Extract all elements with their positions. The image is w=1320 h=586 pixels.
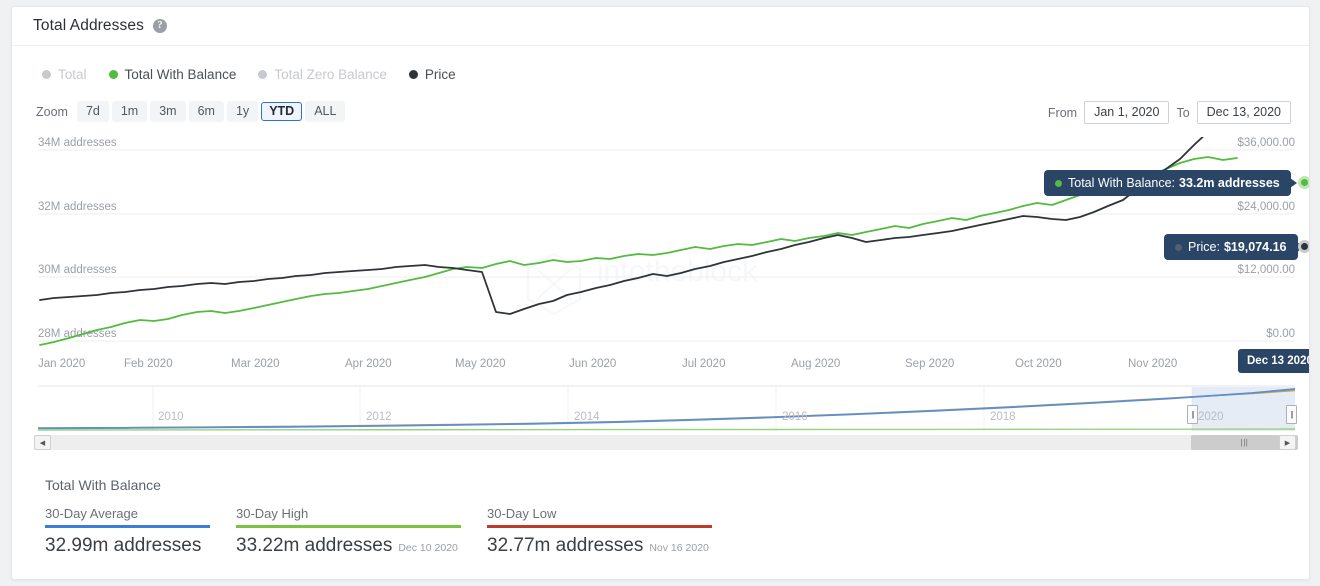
stat-label: 30-Day Average bbox=[45, 506, 138, 521]
legend-label: Price bbox=[424, 67, 456, 82]
tooltip-value: 33.2m addresses bbox=[1179, 176, 1280, 190]
navigator-year-label: 2014 bbox=[574, 411, 600, 423]
x-axis-tick-label: May 2020 bbox=[455, 358, 506, 370]
tooltip-value: $19,074.16 bbox=[1223, 240, 1287, 254]
y-axis-tick-label: 28M addresses bbox=[38, 328, 117, 340]
legend-label: Total bbox=[58, 67, 87, 82]
legend-item-total[interactable]: Total bbox=[42, 67, 87, 82]
controls-row: Zoom 7d 1m 3m 6m 1y YTD ALL From Jan 1, … bbox=[36, 101, 1291, 125]
zoom-button-ytd[interactable]: YTD bbox=[261, 102, 303, 121]
stat-rule bbox=[236, 525, 461, 528]
scroll-right-button[interactable]: ▶ bbox=[1279, 435, 1296, 450]
y-axis-tick-label: 30M addresses bbox=[38, 264, 117, 276]
x-axis-tick-label: Jan 2020 bbox=[38, 358, 85, 370]
y2-axis-tick-label: $36,000.00 bbox=[1237, 137, 1295, 149]
tooltip-dot-icon bbox=[1175, 243, 1182, 251]
navigator-series-price bbox=[37, 389, 1296, 429]
from-label: From bbox=[1047, 105, 1078, 120]
zoom-label: Zoom bbox=[36, 104, 68, 119]
x-axis-tick-label: Apr 2020 bbox=[345, 358, 392, 370]
legend-label: Total With Balance bbox=[124, 67, 237, 82]
navigator-handle-right[interactable]: || bbox=[1286, 405, 1297, 424]
stat-30-day-low: 30-Day Low 32.77m addresses Nov 16 2020 bbox=[487, 506, 712, 557]
x-axis-tick-label: Feb 2020 bbox=[124, 358, 173, 370]
y-axis-tick-label: 34M addresses bbox=[38, 137, 117, 149]
zoom-button-all[interactable]: ALL bbox=[305, 101, 346, 122]
stat-value-wrap: 33.22m addresses Dec 10 2020 bbox=[236, 535, 461, 557]
x-axis-tick-label: Aug 2020 bbox=[791, 358, 840, 370]
stat-value-wrap: 32.99m addresses bbox=[45, 535, 210, 557]
navigator-year-label: 2018 bbox=[990, 411, 1016, 423]
y-axis-tick-label: 32M addresses bbox=[38, 201, 117, 213]
navigator-series-with-balance bbox=[37, 428, 1296, 431]
navigator-handle-left[interactable]: || bbox=[1187, 405, 1198, 424]
stat-value: 33.22m addresses bbox=[236, 534, 393, 556]
x-axis-tick-label: Jun 2020 bbox=[569, 358, 616, 370]
tooltip-total-with-balance: Total With Balance: 33.2m addresses bbox=[1044, 170, 1297, 196]
tooltip-dot-icon bbox=[1055, 179, 1062, 187]
question-mark-circle-icon[interactable]: ? bbox=[152, 19, 167, 33]
data-point-marker-price[interactable] bbox=[1298, 240, 1309, 253]
to-label: To bbox=[1176, 105, 1190, 120]
x-axis-tick-label: Sep 2020 bbox=[905, 358, 954, 370]
navigator-series-total bbox=[37, 388, 1296, 430]
stat-rule bbox=[487, 525, 712, 528]
legend-dot-icon bbox=[408, 70, 418, 79]
legend-label: Total Zero Balance bbox=[274, 67, 387, 82]
x-axis-tick-label: Nov 2020 bbox=[1128, 358, 1177, 370]
chart-navigator[interactable]: 2010 2012 2014 2016 2018 2020 || || bbox=[12, 385, 1309, 437]
from-date-input[interactable]: Jan 1, 2020 bbox=[1084, 101, 1170, 124]
y2-axis-tick-label: $12,000.00 bbox=[1237, 264, 1295, 276]
stats-row: 30-Day Average 32.99m addresses 30-Day H… bbox=[45, 506, 1289, 557]
tooltip-prefix: Total With Balance: bbox=[1068, 176, 1175, 190]
zoom-range-selector: Zoom 7d 1m 3m 6m 1y YTD ALL bbox=[36, 101, 346, 122]
legend-item-total-with-balance[interactable]: Total With Balance bbox=[108, 67, 237, 82]
legend-dot-icon bbox=[42, 70, 51, 79]
stat-rule bbox=[45, 525, 210, 528]
y2-axis-tick-label: $24,000.00 bbox=[1237, 201, 1295, 213]
navigator-year-label: 2020 bbox=[1198, 411, 1224, 423]
stat-value-wrap: 32.77m addresses Nov 16 2020 bbox=[487, 535, 712, 557]
stat-label: 30-Day High bbox=[236, 506, 309, 521]
stats-panel: Total With Balance 30-Day Average 32.99m… bbox=[45, 477, 1289, 557]
card-header: Total Addresses ? bbox=[12, 7, 1309, 46]
legend-item-price[interactable]: Price bbox=[408, 67, 456, 82]
zoom-button-1y[interactable]: 1y bbox=[226, 101, 259, 122]
tooltip-price: Price: $19,074.16 bbox=[1164, 234, 1304, 260]
scroll-left-button[interactable]: ◀ bbox=[34, 435, 51, 450]
legend-item-total-zero-balance[interactable]: Total Zero Balance bbox=[258, 67, 387, 82]
x-axis-tick-label: Jul 2020 bbox=[682, 358, 725, 370]
stat-value: 32.99m addresses bbox=[45, 534, 202, 556]
horizontal-scrollbar[interactable]: ◀ ||| ▶ bbox=[34, 435, 1298, 450]
x-axis-tick-label: Mar 2020 bbox=[231, 358, 280, 370]
navigator-svg: 2010 2012 2014 2016 2018 2020 bbox=[37, 385, 1296, 431]
date-range-selector: From Jan 1, 2020 To Dec 13, 2020 bbox=[1048, 101, 1291, 124]
tooltip-crosshair-date: Dec 13 2020 bbox=[1238, 349, 1309, 373]
stat-label: 30-Day Low bbox=[487, 506, 557, 521]
navigator-year-label: 2016 bbox=[782, 411, 808, 423]
stat-30-day-average: 30-Day Average 32.99m addresses bbox=[45, 506, 210, 557]
zoom-button-3m[interactable]: 3m bbox=[150, 101, 186, 122]
chart-plot-area: 34M addresses 32M addresses 30M addresse… bbox=[12, 137, 1309, 385]
navigator-year-label: 2012 bbox=[366, 411, 392, 423]
stat-date: Dec 10 2020 bbox=[398, 541, 458, 554]
to-date-input[interactable]: Dec 13, 2020 bbox=[1196, 101, 1291, 124]
stat-value: 32.77m addresses bbox=[487, 534, 644, 556]
navigator-year-label: 2010 bbox=[158, 411, 184, 423]
y2-axis-tick-label: $0.00 bbox=[1266, 328, 1295, 340]
chart-card: Total Addresses ? Total Total With Balan… bbox=[11, 6, 1310, 580]
zoom-button-6m[interactable]: 6m bbox=[188, 101, 224, 122]
tooltip-prefix: Price: bbox=[1188, 240, 1220, 254]
x-axis-tick-label: Oct 2020 bbox=[1015, 358, 1062, 370]
legend-dot-icon bbox=[108, 70, 118, 79]
page-title: Total Addresses bbox=[33, 17, 144, 34]
legend-dot-icon bbox=[258, 70, 268, 79]
chart-legend: Total Total With Balance Total Zero Bala… bbox=[42, 67, 456, 82]
stat-date: Nov 16 2020 bbox=[649, 541, 709, 554]
stat-30-day-high: 30-Day High 33.22m addresses Dec 10 2020 bbox=[236, 506, 461, 557]
data-point-marker-total-with-balance[interactable] bbox=[1298, 176, 1309, 189]
zoom-button-1m[interactable]: 1m bbox=[111, 101, 148, 122]
zoom-button-7d[interactable]: 7d bbox=[76, 101, 109, 122]
stats-title: Total With Balance bbox=[45, 477, 161, 493]
